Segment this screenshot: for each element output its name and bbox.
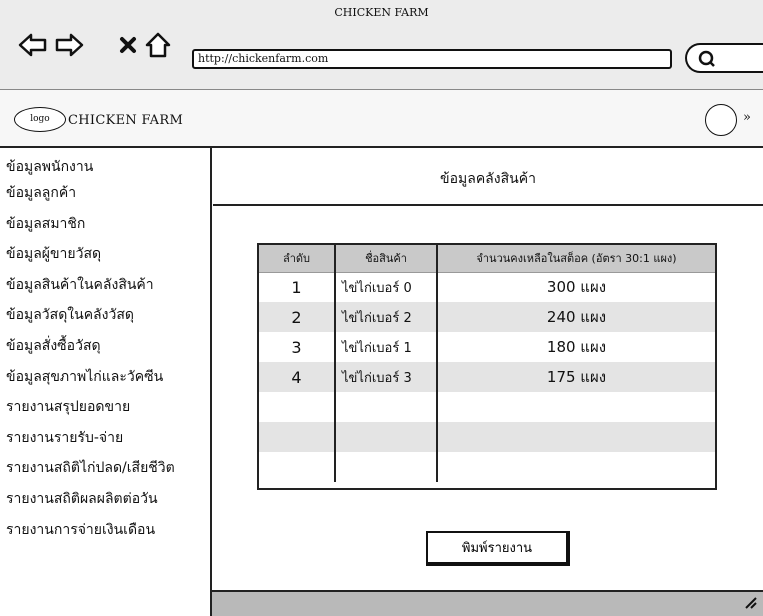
- site-name: CHICKEN FARM: [68, 113, 184, 128]
- search-icon: [697, 50, 717, 72]
- close-icon[interactable]: [113, 30, 143, 60]
- sidebar-item-employees[interactable]: ข้อมูลพนักงาน: [0, 156, 210, 178]
- table-row: 3 ไข่ไก่เบอร์ 1 180 แผง: [259, 332, 715, 362]
- sidebar-item-material-stock[interactable]: ข้อมูลวัสดุในคลังวัสดุ: [0, 300, 210, 331]
- stock-quantity: [437, 422, 715, 452]
- sidebar-item-chicken-health[interactable]: ข้อมูลสุขภาพไก่และวัคซีน: [0, 362, 210, 393]
- footer-bar: [212, 590, 763, 616]
- home-icon[interactable]: [143, 30, 173, 60]
- sidebar-item-sales-report[interactable]: รายงานสรุปยอดขาย: [0, 392, 210, 423]
- row-number: 3: [259, 332, 336, 362]
- column-header-product: ชื่อสินค้า: [335, 245, 438, 273]
- table-row: 2 ไข่ไก่เบอร์ 2 240 แผง: [259, 302, 715, 332]
- stock-quantity: 175 แผง: [437, 362, 715, 392]
- product-name: [335, 392, 438, 422]
- browser-search-box[interactable]: [685, 43, 763, 73]
- print-report-button[interactable]: พิมพ์รายงาน: [426, 531, 570, 566]
- sidebar-item-mortality-report[interactable]: รายงานสถิติไก่ปลด/เสียชีวิต: [0, 453, 210, 484]
- stock-quantity: 300 แผง: [546, 278, 607, 297]
- table-row: 1 ไข่ไก่เบอร์ 0 300 แผง: [259, 272, 715, 302]
- stock-quantity: 240 แผง: [437, 302, 715, 332]
- row-number: [259, 422, 336, 452]
- stock-quantity: 180 แผง: [546, 338, 607, 356]
- app-header: logo CHICKEN FARM »: [0, 90, 763, 148]
- row-number: [259, 452, 336, 482]
- column-header-no: ลำดับ: [259, 245, 336, 273]
- table-row: [259, 422, 715, 452]
- user-avatar[interactable]: [705, 104, 737, 136]
- chevron-down-icon[interactable]: »: [743, 110, 751, 125]
- sidebar-item-daily-output-report[interactable]: รายงานสถิติผลผลิตต่อวัน: [0, 484, 210, 515]
- stock-quantity: [437, 452, 715, 482]
- content-header: ข้อมูลคลังสินค้า: [213, 150, 763, 206]
- resize-grip-icon[interactable]: [743, 594, 757, 613]
- stock-quantity: [437, 392, 715, 422]
- row-number: 1: [259, 272, 336, 302]
- table-row: 4 ไข่ไก่เบอร์ 3 175 แผง: [259, 362, 715, 392]
- address-bar[interactable]: http://chickenfarm.com: [192, 49, 672, 69]
- back-arrow-icon[interactable]: [18, 30, 48, 60]
- sidebar-menu: ข้อมูลพนักงาน ข้อมูลลูกค้า ข้อมูลสมาชิก …: [0, 148, 212, 616]
- product-name: ไข่ไก่เบอร์ 2: [335, 302, 438, 332]
- table-row: [259, 452, 715, 482]
- table-header-row: ลำดับ ชื่อสินค้า จำนวนคงเหลือในสต็อค (อั…: [259, 245, 715, 273]
- sidebar-item-customers[interactable]: ข้อมูลลูกค้า: [0, 178, 210, 209]
- sidebar-item-members[interactable]: ข้อมูลสมาชิก: [0, 209, 210, 240]
- browser-toolbar: CHICKEN FARM http://chickenfarm.com: [0, 0, 763, 90]
- logo[interactable]: logo: [14, 107, 66, 132]
- window-title: CHICKEN FARM: [334, 6, 429, 19]
- stock-table: ลำดับ ชื่อสินค้า จำนวนคงเหลือในสต็อค (อั…: [257, 243, 717, 490]
- row-number: 4: [259, 362, 336, 392]
- table-row: [259, 392, 715, 422]
- product-name: ไข่ไก่เบอร์ 3: [335, 362, 438, 392]
- sidebar-item-material-orders[interactable]: ข้อมูลสั่งซื้อวัสดุ: [0, 331, 210, 362]
- sidebar-item-payroll-report[interactable]: รายงานการจ่ายเงินเดือน: [0, 515, 210, 546]
- sidebar-item-product-stock[interactable]: ข้อมูลสินค้าในคลังสินค้า: [0, 270, 210, 301]
- product-name: ไข่ไก่เบอร์ 0: [335, 272, 438, 302]
- forward-arrow-icon[interactable]: [54, 30, 84, 60]
- sidebar-item-suppliers[interactable]: ข้อมูลผู้ขายวัสดุ: [0, 239, 210, 270]
- row-number: [259, 392, 336, 422]
- sidebar-item-income-expense-report[interactable]: รายงานรายรับ-จ่าย: [0, 423, 210, 454]
- product-name: [335, 422, 438, 452]
- product-name: ไข่ไก่เบอร์ 1: [335, 332, 438, 362]
- row-number: 2: [259, 302, 336, 332]
- page-title: ข้อมูลคลังสินค้า: [440, 171, 536, 187]
- column-header-quantity: จำนวนคงเหลือในสต็อค (อัตรา 30:1 แผง): [437, 245, 715, 273]
- product-name: [335, 452, 438, 482]
